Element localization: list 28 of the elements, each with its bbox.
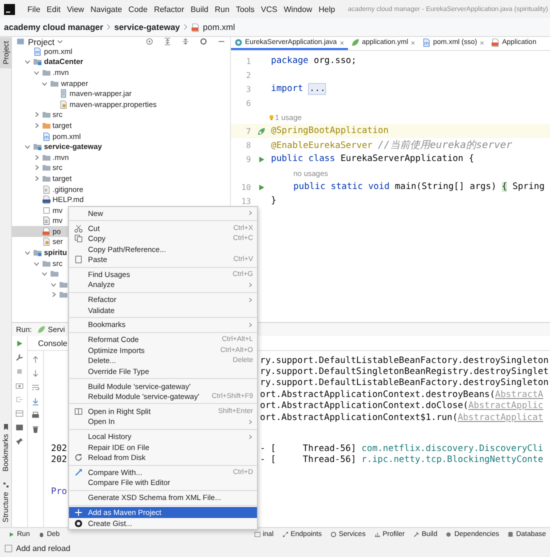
console-line: - [ Thread-56] com.netflix.discovery.DiscoveryCli	[260, 444, 544, 454]
console-line: ort.AbstractApplicationContext$1.run(AbstractApplicat	[260, 412, 544, 423]
console-line: ry.support.DefaultListableBeanFactory.destroySingleton	[260, 356, 549, 366]
console-line: ort.AbstractApplicationContext.destroyBeans(AbstractA	[260, 390, 544, 400]
console-text: 202	[51, 455, 68, 466]
console-text: Pro	[51, 486, 68, 497]
line-number: 13	[240, 196, 251, 206]
code-line: public static void main(String[] args) { Spring	[292, 182, 545, 192]
line-number: 2	[245, 70, 251, 80]
line-number: 1	[245, 56, 251, 66]
code-line: @EnableEurekaServer //当前使用eureka的server	[271, 138, 512, 152]
console-line: ry.support.DefaultListableBeanFactory.destroySingleton	[260, 378, 549, 388]
line-number: 7	[245, 126, 251, 136]
status-text: Add and reload	[16, 544, 70, 553]
line-number: 9	[245, 154, 251, 164]
code-line: }	[271, 196, 276, 206]
console-line: ort.AbstractApplicationContext.doClose(AbstractApplic	[260, 401, 544, 412]
code-line: package org.sso;	[271, 56, 356, 66]
line-number: 6	[245, 98, 251, 108]
console-line: - [ Thread-56] r.ipc.netty.tcp.BlockingNettyConte	[260, 455, 544, 466]
console-text: 202	[51, 444, 68, 454]
line-number: 8	[245, 140, 251, 150]
code-line: @SpringBootApplication	[271, 126, 389, 136]
line-number: 10	[240, 182, 251, 192]
console-line: ry.support.DefaultSingletonBeanRegistry.destroySinglet	[260, 367, 549, 378]
code-line: import ...	[271, 84, 326, 94]
line-number: 3	[245, 84, 251, 94]
code-line: public class EurekaServerApplication {	[271, 154, 474, 164]
